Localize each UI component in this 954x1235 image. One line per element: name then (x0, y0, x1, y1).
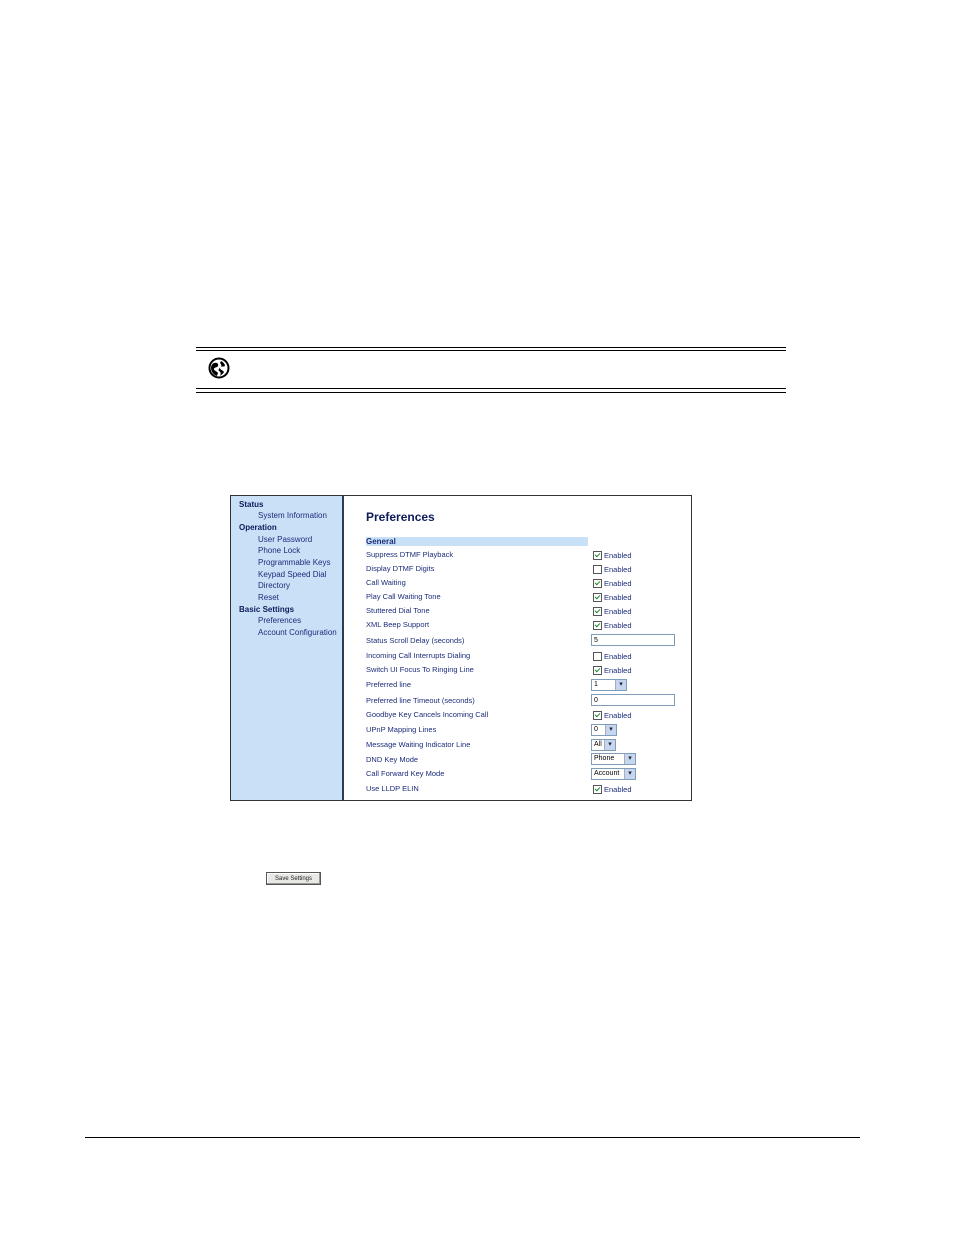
divider (196, 388, 786, 389)
divider (196, 392, 786, 393)
preferred-line-timeout-input[interactable]: 0 (591, 694, 675, 706)
enabled-label: Enabled (604, 785, 632, 794)
enabled-label: Enabled (604, 565, 632, 574)
checkbox-box[interactable] (593, 593, 602, 602)
goodbye-key-label: Goodbye Key Cancels Incoming Call (366, 710, 489, 719)
mwi-line-select[interactable]: All ▾ (591, 739, 616, 751)
save-settings-button[interactable]: Save Settings (266, 872, 321, 885)
main-panel: Preferences General Suppress DTMF Playba… (344, 496, 691, 800)
dnd-key-mode-value: Phone (594, 755, 615, 762)
stuttered-dial-tone-checkbox[interactable]: Enabled (593, 607, 632, 616)
sidebar-item-keypad-speed-dial[interactable]: Keypad Speed Dial (258, 570, 327, 579)
checkbox-box[interactable] (593, 621, 602, 630)
upnp-mapping-lines-select[interactable]: 0 ▾ (591, 724, 617, 736)
upnp-mapping-lines-value: 0 (594, 726, 598, 733)
switch-ui-focus-checkbox[interactable]: Enabled (593, 666, 632, 675)
use-lldp-elin-label: Use LLDP ELIN (366, 784, 419, 793)
sidebar-item-account-configuration[interactable]: Account Configuration (258, 628, 337, 637)
section-header-general: General (366, 537, 588, 546)
sidebar-header-operation[interactable]: Operation (239, 523, 277, 532)
chevron-down-icon[interactable]: ▾ (624, 754, 635, 764)
chevron-down-icon[interactable]: ▾ (604, 740, 615, 750)
enabled-label: Enabled (604, 593, 632, 602)
sidebar-item-reset[interactable]: Reset (258, 593, 279, 602)
note-bar (196, 347, 786, 394)
suppress-dtmf-label: Suppress DTMF Playback (366, 550, 454, 559)
sidebar-item-preferences[interactable]: Preferences (258, 616, 301, 625)
enabled-label: Enabled (604, 666, 632, 675)
xml-beep-support-checkbox[interactable]: Enabled (593, 621, 632, 630)
enabled-label: Enabled (604, 579, 632, 588)
stuttered-dial-tone-label: Stuttered Dial Tone (366, 606, 430, 615)
use-lldp-elin-checkbox[interactable]: Enabled (593, 785, 632, 794)
enabled-label: Enabled (604, 621, 632, 630)
display-dtmf-checkbox[interactable]: Enabled (593, 565, 632, 574)
sidebar-item-user-password[interactable]: User Password (258, 535, 312, 544)
globe-icon (208, 357, 230, 379)
call-forward-key-mode-label: Call Forward Key Mode (366, 769, 445, 778)
enabled-label: Enabled (604, 607, 632, 616)
sidebar-item-programmable-keys[interactable]: Programmable Keys (258, 558, 330, 567)
checkbox-box[interactable] (593, 711, 602, 720)
incoming-call-interrupts-checkbox[interactable]: Enabled (593, 652, 632, 661)
checkbox-box[interactable] (593, 607, 602, 616)
play-call-waiting-tone-checkbox[interactable]: Enabled (593, 593, 632, 602)
chevron-down-icon[interactable]: ▾ (624, 769, 635, 779)
preferred-line-timeout-label: Preferred line Timeout (seconds) (366, 696, 475, 705)
checkbox-box[interactable] (593, 666, 602, 675)
preferred-line-select[interactable]: 1 ▾ (591, 679, 627, 691)
enabled-label: Enabled (604, 551, 632, 560)
sidebar-item-phone-lock[interactable]: Phone Lock (258, 546, 300, 555)
suppress-dtmf-checkbox[interactable]: Enabled (593, 551, 632, 560)
status-scroll-delay-label: Status Scroll Delay (seconds) (366, 636, 465, 645)
sidebar-item-system-information[interactable]: System Information (258, 511, 327, 520)
dnd-key-mode-select[interactable]: Phone ▾ (591, 753, 636, 765)
call-forward-key-mode-value: Account (594, 770, 620, 777)
page-title: Preferences (366, 510, 435, 524)
checkbox-box[interactable] (593, 652, 602, 661)
goodbye-key-checkbox[interactable]: Enabled (593, 711, 632, 720)
play-call-waiting-tone-label: Play Call Waiting Tone (366, 592, 441, 601)
chevron-down-icon[interactable]: ▾ (605, 725, 616, 735)
checkbox-box[interactable] (593, 785, 602, 794)
enabled-label: Enabled (604, 652, 632, 661)
divider (196, 350, 786, 351)
sidebar: Status System Information Operation User… (231, 496, 344, 800)
divider (196, 347, 786, 348)
preferred-line-label: Preferred line (366, 680, 412, 689)
checkbox-box[interactable] (593, 551, 602, 560)
call-waiting-checkbox[interactable]: Enabled (593, 579, 632, 588)
sidebar-item-directory[interactable]: Directory (258, 581, 290, 590)
checkbox-box[interactable] (593, 565, 602, 574)
status-scroll-delay-input[interactable]: 5 (591, 634, 675, 646)
incoming-call-interrupts-label: Incoming Call Interrupts Dialing (366, 651, 471, 660)
sidebar-header-basic-settings[interactable]: Basic Settings (239, 605, 294, 614)
footer-divider (85, 1137, 860, 1138)
dnd-key-mode-label: DND Key Mode (366, 755, 419, 764)
sidebar-header-status[interactable]: Status (239, 500, 263, 509)
xml-beep-support-label: XML Beep Support (366, 620, 430, 629)
preferred-line-value: 1 (594, 681, 598, 688)
checkbox-box[interactable] (593, 579, 602, 588)
call-waiting-label: Call Waiting (366, 578, 406, 587)
mwi-line-value: All (594, 741, 602, 748)
enabled-label: Enabled (604, 711, 632, 720)
chevron-down-icon[interactable]: ▾ (615, 680, 626, 690)
call-forward-key-mode-select[interactable]: Account ▾ (591, 768, 636, 780)
upnp-mapping-lines-label: UPnP Mapping Lines (366, 725, 437, 734)
mwi-line-label: Message Waiting Indicator Line (366, 740, 471, 749)
switch-ui-focus-label: Switch UI Focus To Ringing Line (366, 665, 474, 674)
display-dtmf-label: Display DTMF Digits (366, 564, 435, 573)
web-ui-screenshot: Status System Information Operation User… (230, 495, 692, 801)
